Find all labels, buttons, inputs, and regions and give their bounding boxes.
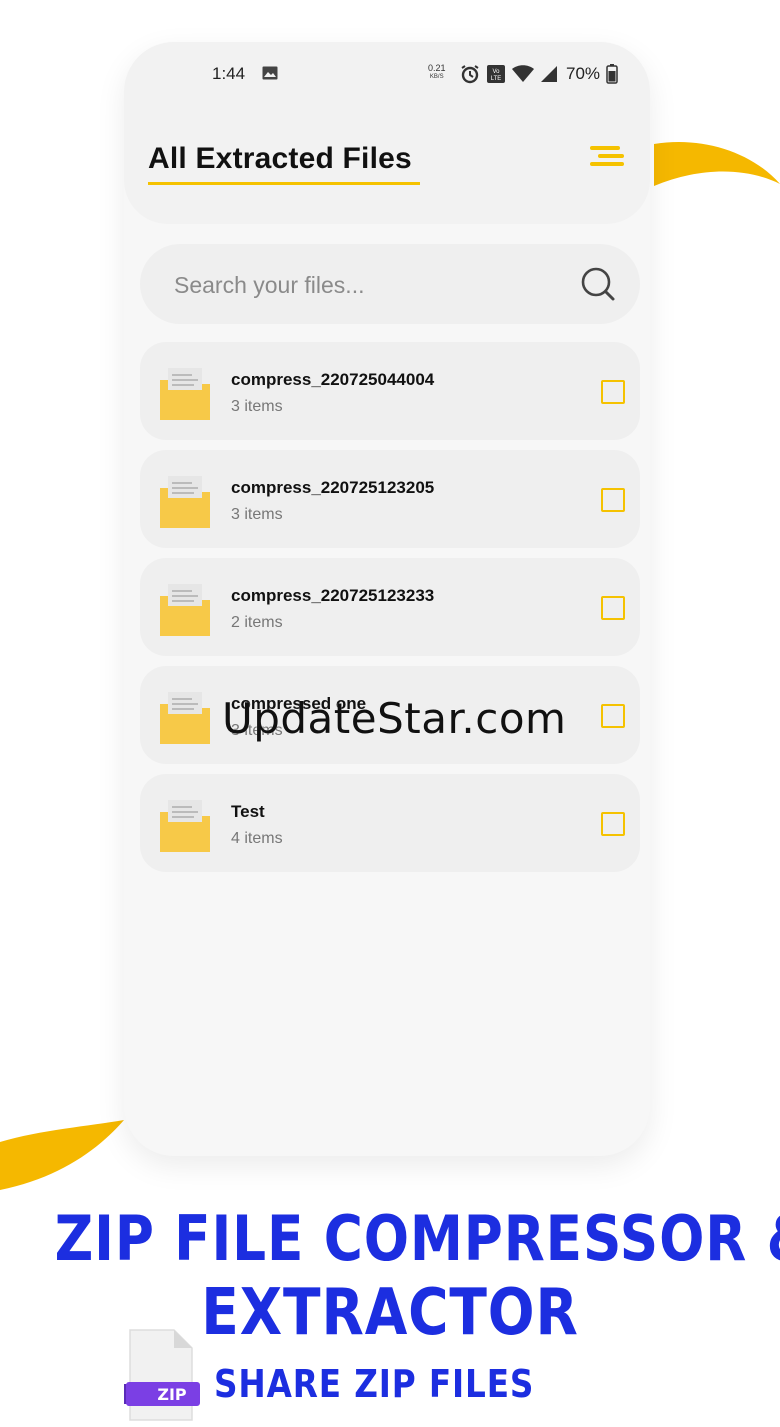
wifi-icon (512, 65, 534, 82)
status-time: 1:44 (212, 64, 246, 83)
file-name: Test (231, 802, 265, 821)
folder-icon (160, 800, 210, 852)
zip-file-icon: ZIP (124, 1329, 200, 1421)
page-title: All Extracted Files (148, 142, 412, 175)
file-item[interactable]: compress_220725123205 3 items (140, 450, 640, 548)
file-item-count: 3 items (231, 506, 283, 523)
alarm-icon (461, 65, 479, 84)
decorative-swoosh-left (0, 1120, 124, 1190)
network-speed: 0.21 KB/S (428, 63, 446, 81)
folder-icon (160, 476, 210, 528)
watermark-text: UpdateStar.com (222, 694, 567, 743)
file-checkbox[interactable] (601, 704, 625, 728)
folder-icon (160, 692, 210, 744)
svg-text:Vo: Vo (492, 69, 500, 75)
promo-headline: ZIP FILE COMPRESSOR & (54, 1202, 780, 1275)
file-item-count: 4 items (231, 830, 283, 847)
svg-text:LTE: LTE (491, 76, 502, 82)
file-name: compress_220725123205 (231, 478, 435, 497)
file-item[interactable]: compress_220725123233 2 items (140, 558, 640, 656)
file-item[interactable]: Test 4 items (140, 774, 640, 872)
title-underline (148, 182, 420, 185)
decorative-swoosh-right (654, 141, 780, 186)
file-checkbox[interactable] (601, 812, 625, 836)
file-item-count: 2 items (231, 614, 283, 631)
search-input[interactable] (172, 264, 556, 306)
file-item-count: 3 items (231, 398, 283, 415)
folder-icon (160, 368, 210, 420)
search-bar (140, 244, 640, 324)
zip-icon-label: ZIP (157, 1385, 187, 1404)
folder-icon (160, 584, 210, 636)
promo-subheadline: SHARE ZIP FILES (214, 1362, 535, 1406)
file-name: compress_220725123233 (231, 586, 435, 605)
file-checkbox[interactable] (601, 380, 625, 404)
search-icon[interactable] (580, 266, 616, 302)
battery-percentage: 70% (566, 64, 601, 83)
menu-icon[interactable] (588, 142, 628, 176)
file-checkbox[interactable] (601, 596, 625, 620)
file-item[interactable]: compress_220725044004 3 items (140, 342, 640, 440)
volte-icon: Vo LTE (487, 65, 505, 83)
signal-icon (541, 66, 557, 82)
image-notification-icon (262, 66, 278, 80)
app-header: 1:44 0.21 KB/S Vo LTE 70% All Extracted … (124, 42, 650, 224)
file-name: compress_220725044004 (231, 370, 435, 389)
phone-screen: 1:44 0.21 KB/S Vo LTE 70% All Extracted … (124, 42, 650, 1156)
status-icons: Vo LTE 70% (460, 64, 618, 84)
battery-icon (606, 64, 618, 84)
file-checkbox[interactable] (601, 488, 625, 512)
